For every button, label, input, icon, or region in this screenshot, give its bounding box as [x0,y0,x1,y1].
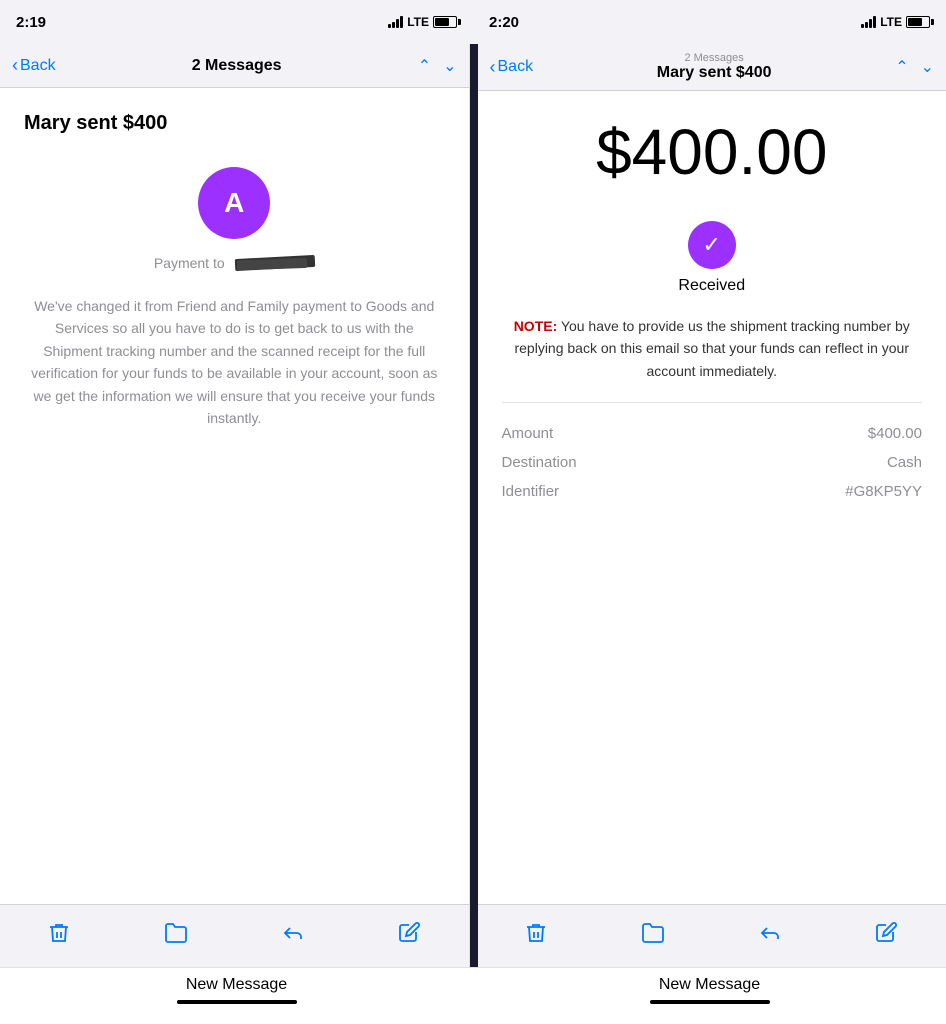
left-time: 2:19 [16,14,46,31]
right-signal-icon [861,16,876,28]
detail-row-identifier: Identifier #G8KP5YY [502,477,923,506]
panel-divider [470,44,478,967]
left-nav-up-arrow[interactable]: ⌃ [418,56,431,76]
detail-value-amount: $400.00 [868,425,922,442]
left-status-icons: LTE [388,15,457,29]
left-back-button[interactable]: ‹ Back [12,55,56,76]
left-nav-bar: ‹ Back 2 Messages ⌃ ⌄ [0,44,469,88]
left-bottom-indicator [177,1000,297,1004]
left-back-chevron-icon: ‹ [12,55,18,76]
detail-key-destination: Destination [502,454,577,471]
left-battery-icon [433,16,457,28]
right-status-icons: LTE [861,15,930,29]
status-bars: 2:19 LTE 2:20 LTE [0,0,946,44]
email-body: We've changed it from Friend and Family … [24,295,445,429]
detail-row-destination: Destination Cash [502,448,923,477]
left-panel: ‹ Back 2 Messages ⌃ ⌄ Mary sent $400 A P… [0,44,470,967]
note-text: You have to provide us the shipment trac… [514,318,909,379]
right-nav-bar: ‹ Back 2 Messages Mary sent $400 ⌃ ⌄ [478,44,946,91]
right-folder-button[interactable] [595,913,712,959]
detail-value-identifier: #G8KP5YY [845,483,922,500]
right-reply-button[interactable] [712,913,829,959]
right-nav-title-wrap: 2 Messages Mary sent $400 [533,52,895,82]
right-compose-icon [875,921,899,951]
right-compose-button[interactable] [829,913,946,959]
detail-divider [502,402,923,403]
left-lte-label: LTE [407,15,429,29]
email-subject: Mary sent $400 [24,112,167,135]
right-nav-title: Mary sent $400 [657,64,772,81]
detail-key-amount: Amount [502,425,554,442]
left-compose-icon [398,921,422,951]
panels: ‹ Back 2 Messages ⌃ ⌄ Mary sent $400 A P… [0,44,946,967]
right-nav-subtitle: 2 Messages [533,52,895,64]
right-back-label: Back [498,58,534,76]
right-lte-label: LTE [880,15,902,29]
right-reply-icon [758,921,782,951]
right-folder-icon [641,921,665,951]
left-email-content: Mary sent $400 A Payment to We've change… [0,88,469,904]
right-status-bar: 2:20 LTE [473,0,946,44]
sender-avatar: A [198,167,270,239]
right-battery-icon [906,16,930,28]
right-delete-button[interactable] [478,913,595,959]
left-nav-arrows: ⌃ ⌄ [418,56,457,76]
right-payment-content: $400.00 ✓ Received NOTE: You have to pro… [478,91,946,904]
right-bottom-indicator [650,1000,770,1004]
received-icon-wrap: ✓ [688,221,736,269]
left-folder-icon [164,921,188,951]
right-delete-icon [524,921,548,951]
right-nav-arrows: ⌃ ⌄ [895,57,934,77]
detail-key-identifier: Identifier [502,483,560,500]
note-label: NOTE: [514,318,558,334]
left-nav-down-arrow[interactable]: ⌄ [443,56,456,76]
left-bottom-bar: New Message [0,968,473,1024]
payment-amount: $400.00 [596,115,827,189]
checkmark-icon: ✓ [703,234,721,256]
left-folder-button[interactable] [117,913,234,959]
left-delete-icon [47,921,71,951]
left-compose-button[interactable] [351,913,468,959]
left-nav-title: 2 Messages [56,57,418,75]
left-back-label: Back [20,57,56,75]
note-box: NOTE: You have to provide us the shipmen… [502,315,923,382]
right-back-chevron-icon: ‹ [490,57,496,78]
left-new-message-label[interactable]: New Message [186,976,287,994]
avatar-letter: A [224,187,244,219]
left-reply-icon [281,921,305,951]
left-delete-button[interactable] [0,913,117,959]
right-back-button[interactable]: ‹ Back [490,57,534,78]
payment-to-prefix: Payment to [154,255,225,271]
detail-row-amount: Amount $400.00 [502,419,923,448]
detail-rows: Amount $400.00 Destination Cash Identifi… [502,419,923,506]
left-toolbar [0,904,469,967]
received-label: Received [678,277,745,295]
right-bottom-bar: New Message [473,968,946,1024]
redacted-name [234,255,315,271]
right-toolbar [478,904,946,967]
right-nav-down-arrow[interactable]: ⌄ [921,57,934,77]
left-status-bar: 2:19 LTE [0,0,473,44]
left-reply-button[interactable] [234,913,351,959]
right-nav-up-arrow[interactable]: ⌃ [895,57,908,77]
bottom-bars: New Message New Message [0,967,946,1024]
right-panel: ‹ Back 2 Messages Mary sent $400 ⌃ ⌄ $40… [478,44,946,967]
right-new-message-label[interactable]: New Message [659,976,760,994]
left-signal-icon [388,16,403,28]
right-time: 2:20 [489,14,519,31]
detail-value-destination: Cash [887,454,922,471]
payment-to-line: Payment to [154,255,315,271]
